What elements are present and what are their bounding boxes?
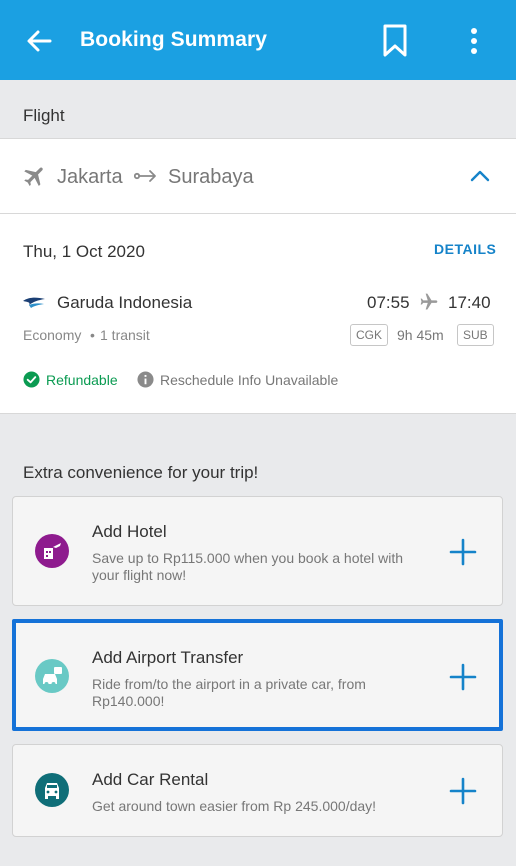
- airport-transfer-icon: [35, 659, 69, 693]
- details-link[interactable]: DETAILS: [434, 241, 496, 257]
- add-car-rental-card[interactable]: Add Car Rental Get around town easier fr…: [12, 744, 503, 837]
- route-arrow-icon: [134, 170, 156, 182]
- back-arrow-icon[interactable]: [24, 26, 54, 56]
- check-circle-icon: [23, 371, 40, 388]
- add-hotel-description: Save up to Rp115.000 when you book a hot…: [92, 550, 404, 583]
- add-airport-transfer-card[interactable]: Add Airport Transfer Ride from/to the ai…: [12, 619, 503, 731]
- plane-right-icon: [420, 293, 438, 310]
- hotel-flight-icon: [35, 534, 69, 568]
- flight-date: Thu, 1 Oct 2020: [23, 242, 145, 261]
- departure-time: 07:55: [367, 293, 410, 312]
- garuda-logo-icon: [23, 297, 45, 308]
- plane-icon: [24, 167, 43, 186]
- app-bar: Booking Summary: [0, 0, 516, 80]
- add-car-rental-title: Add Car Rental: [92, 770, 209, 789]
- bookmark-icon[interactable]: [382, 24, 408, 58]
- separator-dot: •: [90, 327, 95, 343]
- extras-title: Extra convenience for your trip!: [23, 463, 259, 482]
- flight-duration: 9h 45m: [397, 327, 444, 343]
- add-car-rental-plus-icon[interactable]: [449, 777, 477, 805]
- info-icon: [137, 371, 154, 388]
- car-rental-icon: [35, 773, 69, 807]
- add-airport-transfer-description: Ride from/to the airport in a private ca…: [92, 676, 366, 709]
- add-airport-transfer-plus-icon[interactable]: [449, 663, 477, 691]
- add-car-rental-description: Get around town easier from Rp 245.000/d…: [92, 798, 377, 814]
- chevron-up-icon[interactable]: [468, 165, 492, 185]
- destination-airport-code: SUB: [457, 324, 494, 346]
- cabin-class: Economy: [23, 327, 82, 343]
- destination-city: Surabaya: [168, 166, 254, 188]
- add-airport-transfer-title: Add Airport Transfer: [92, 648, 244, 667]
- route-bar[interactable]: Jakarta Surabaya: [0, 138, 516, 214]
- page-title: Booking Summary: [80, 28, 268, 51]
- origin-airport-code: CGK: [350, 324, 389, 346]
- transit-count: 1 transit: [100, 327, 150, 343]
- reschedule-info: Reschedule Info Unavailable: [160, 372, 339, 388]
- flight-details-card: Thu, 1 Oct 2020 DETAILS Garuda Indonesia…: [0, 214, 516, 414]
- add-hotel-card[interactable]: Add Hotel Save up to Rp115.000 when you …: [12, 496, 503, 606]
- origin-city: Jakarta: [57, 166, 123, 188]
- more-vert-icon[interactable]: [462, 26, 486, 56]
- add-hotel-title: Add Hotel: [92, 522, 167, 541]
- arrival-time: 17:40: [448, 293, 491, 312]
- refundable-label: Refundable: [46, 372, 118, 388]
- add-hotel-plus-icon[interactable]: [449, 538, 477, 566]
- flight-section-label: Flight: [23, 106, 65, 125]
- airline-name: Garuda Indonesia: [57, 293, 193, 312]
